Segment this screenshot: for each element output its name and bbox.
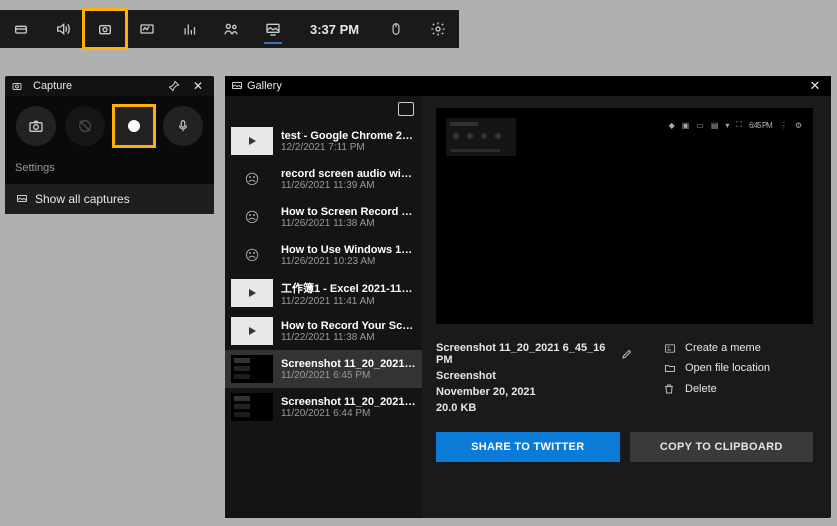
gallery-item[interactable]: Screenshot 11_20_2021 6_44...11/20/2021 … [225,388,422,426]
gallery-title-bar: Gallery ✕ [225,76,831,96]
record-last-button[interactable] [65,106,105,146]
gallery-item[interactable]: ☹ record screen audio windo...11/26/2021 … [225,160,422,198]
gallery-item-date: 11/20/2021 6:44 PM [281,408,416,419]
preview-image: ◆▣▭▤▾⛶ 6:45 PM ⋮⚙ [436,108,813,324]
gallery-item-date: 11/26/2021 10:23 AM [281,256,416,267]
gallery-item-title: Screenshot 11_20_2021 6_45... [281,358,416,370]
gallery-thumb [231,317,273,345]
gallery-title-icon [231,80,243,92]
performance-icon[interactable] [126,10,168,48]
gallery-thumb: ☹ [231,241,273,269]
capture-settings-label: Settings [5,156,214,184]
capture-tab-icon[interactable] [84,10,126,48]
gallery-item[interactable]: Screenshot 11_20_2021 6_45...11/20/2021 … [225,350,422,388]
gallery-icon [15,193,29,205]
copy-clipboard-button[interactable]: COPY TO CLIPBOARD [630,432,814,462]
gallery-item-date: 11/26/2021 11:38 AM [281,218,416,229]
resources-icon[interactable] [168,10,210,48]
open-folder-icon[interactable] [398,102,414,116]
capture-title-icon [11,80,29,92]
gallery-thumb [231,355,273,383]
gallery-thumb: ☹ [231,203,273,231]
folder-icon [663,362,677,374]
gallery-item[interactable]: How to Record Your Screen...11/22/2021 1… [225,312,422,350]
gallery-preview: ◆▣▭▤▾⛶ 6:45 PM ⋮⚙ Screenshot 11_20_2021 … [422,96,831,518]
gallery-thumb [231,127,273,155]
rename-icon[interactable] [621,348,633,360]
preview-date: November 20, 2021 [436,386,633,398]
close-icon[interactable]: ✕ [188,79,208,93]
gallery-list: test - Google Chrome 2021-1...12/2/2021 … [225,96,422,518]
pin-icon[interactable] [168,80,188,92]
preview-mini-time: 6:45 PM [749,121,772,130]
settings-gear-icon[interactable] [417,10,459,48]
gallery-item-title: Screenshot 11_20_2021 6_44... [281,396,416,408]
gallery-tab-icon[interactable] [252,10,294,48]
gallery-item-title: 工作簿1 - Excel 2021-11-22 11... [281,280,416,296]
capture-panel: Capture ✕ Settings Show all captures [5,76,214,214]
gallery-thumb: ☹ [231,165,273,193]
gallery-item-date: 11/22/2021 11:41 AM [281,296,416,307]
show-all-captures-label: Show all captures [35,192,130,206]
meme-icon [663,343,677,354]
share-twitter-button[interactable]: SHARE TO TWITTER [436,432,620,462]
delete-button[interactable]: Delete [663,382,813,396]
gallery-item-title: How to Record Your Screen... [281,320,416,332]
gallery-item[interactable]: 工作簿1 - Excel 2021-11-22 11...11/22/2021 … [225,274,422,312]
gallery-item-title: test - Google Chrome 2021-1... [281,130,416,142]
gallery-item[interactable]: ☹ How to Screen Record on W...11/26/2021 … [225,198,422,236]
clock: 3:37 PM [294,10,375,48]
start-record-button[interactable] [114,106,154,146]
gallery-item-date: 11/26/2021 11:39 AM [281,180,416,191]
create-meme-button[interactable]: Create a meme [663,342,813,354]
gallery-panel: Gallery ✕ test - Google Chrome 2021-1...… [225,76,831,518]
xbox-game-bar: 3:37 PM [0,10,459,48]
mic-button[interactable] [163,106,203,146]
mouse-icon[interactable] [375,10,417,48]
xbox-icon[interactable] [0,10,42,48]
gallery-item-date: 11/20/2021 6:45 PM [281,370,416,381]
gallery-thumb [231,279,273,307]
capture-title-bar: Capture ✕ [5,76,214,96]
gallery-item-title: How to Use Windows 10 Buil... [281,244,416,256]
gallery-item[interactable]: ☹ How to Use Windows 10 Buil...11/26/2021… [225,236,422,274]
gallery-item-date: 12/2/2021 7:11 PM [281,142,416,153]
gallery-item-title: record screen audio windo... [281,168,416,180]
gallery-item-title: How to Screen Record on W... [281,206,416,218]
trash-icon [663,382,677,396]
preview-name: Screenshot 11_20_2021 6_45_16 PM [436,342,613,366]
show-all-captures-button[interactable]: Show all captures [5,184,214,214]
gallery-close-icon[interactable]: ✕ [805,78,825,94]
gallery-item-date: 11/22/2021 11:38 AM [281,332,416,343]
capture-title: Capture [33,80,72,92]
audio-icon[interactable] [42,10,84,48]
gallery-item[interactable]: test - Google Chrome 2021-1...12/2/2021 … [225,122,422,160]
gallery-thumb [231,393,273,421]
preview-size: 20.0 KB [436,402,633,414]
record-icon [128,120,140,132]
xbox-social-icon[interactable] [210,10,252,48]
preview-type: Screenshot [436,370,633,382]
screenshot-button[interactable] [16,106,56,146]
gallery-title: Gallery [247,80,282,92]
open-file-location-button[interactable]: Open file location [663,362,813,374]
